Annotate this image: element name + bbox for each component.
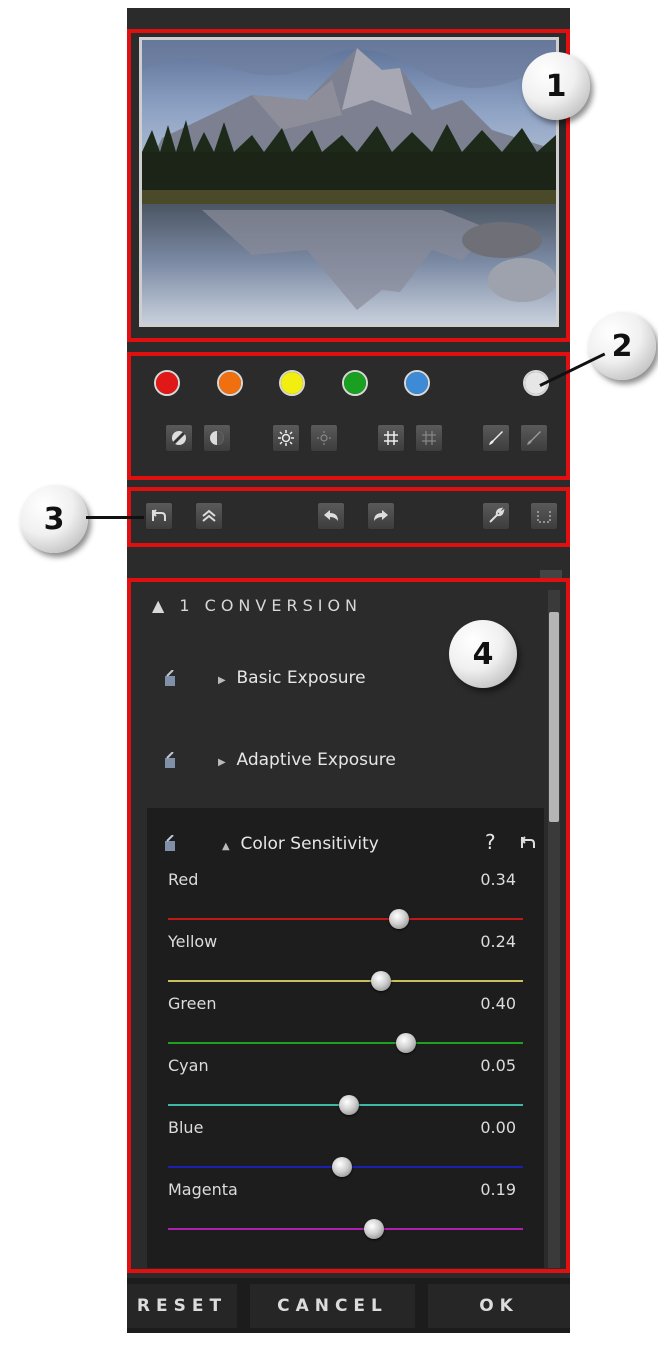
yellow-filter-button[interactable] xyxy=(279,370,305,396)
blue-swatch xyxy=(406,372,428,394)
brightness-plus-button[interactable] xyxy=(272,424,300,452)
contrast-minus-icon xyxy=(172,431,186,445)
collapse-button[interactable] xyxy=(195,502,223,530)
eraser-button[interactable] xyxy=(520,424,548,452)
eraser-icon xyxy=(527,431,541,445)
redo-button[interactable] xyxy=(367,502,395,530)
brightness-plus-icon xyxy=(278,430,294,446)
structure-plus-icon xyxy=(384,431,398,445)
brush-button[interactable] xyxy=(482,424,510,452)
contrast-plus-button[interactable] xyxy=(203,424,231,452)
undo-icon xyxy=(324,510,338,521)
undo-button[interactable] xyxy=(317,502,345,530)
structure-minus-button[interactable] xyxy=(415,424,443,452)
adjustments-highlight xyxy=(127,578,570,1273)
reset-button[interactable]: RESET xyxy=(127,1284,237,1328)
settings-button[interactable] xyxy=(482,502,510,530)
brightness-minus-icon xyxy=(317,431,331,445)
callout-3: 3 xyxy=(20,485,88,553)
green-filter-button[interactable] xyxy=(342,370,368,396)
brush-icon xyxy=(489,431,503,445)
orange-swatch xyxy=(219,372,241,394)
redo-icon xyxy=(374,510,388,521)
cancel-button[interactable]: CANCEL xyxy=(250,1284,415,1328)
callout-1: 1 xyxy=(522,52,590,120)
preview-highlight xyxy=(127,29,570,342)
callout-2: 2 xyxy=(588,312,656,380)
callout-3-leader xyxy=(86,516,144,519)
settings-icon xyxy=(489,507,505,523)
reset-step-button[interactable] xyxy=(145,502,173,530)
callout-4: 4 xyxy=(449,620,517,688)
structure-minus-icon xyxy=(422,431,436,445)
compare-button[interactable] xyxy=(530,502,558,530)
red-filter-button[interactable] xyxy=(154,370,180,396)
brightness-minus-button[interactable] xyxy=(310,424,338,452)
collapse-icon xyxy=(202,509,216,522)
structure-plus-button[interactable] xyxy=(377,424,405,452)
reset-step-icon xyxy=(151,509,166,521)
contrast-minus-button[interactable] xyxy=(165,424,193,452)
yellow-swatch xyxy=(281,372,303,394)
green-swatch xyxy=(344,372,366,394)
red-swatch xyxy=(156,372,178,394)
orange-filter-button[interactable] xyxy=(217,370,243,396)
ok-button[interactable]: OK xyxy=(428,1284,570,1328)
blue-filter-button[interactable] xyxy=(404,370,430,396)
contrast-plus-icon xyxy=(210,431,224,445)
compare-icon xyxy=(537,511,551,523)
